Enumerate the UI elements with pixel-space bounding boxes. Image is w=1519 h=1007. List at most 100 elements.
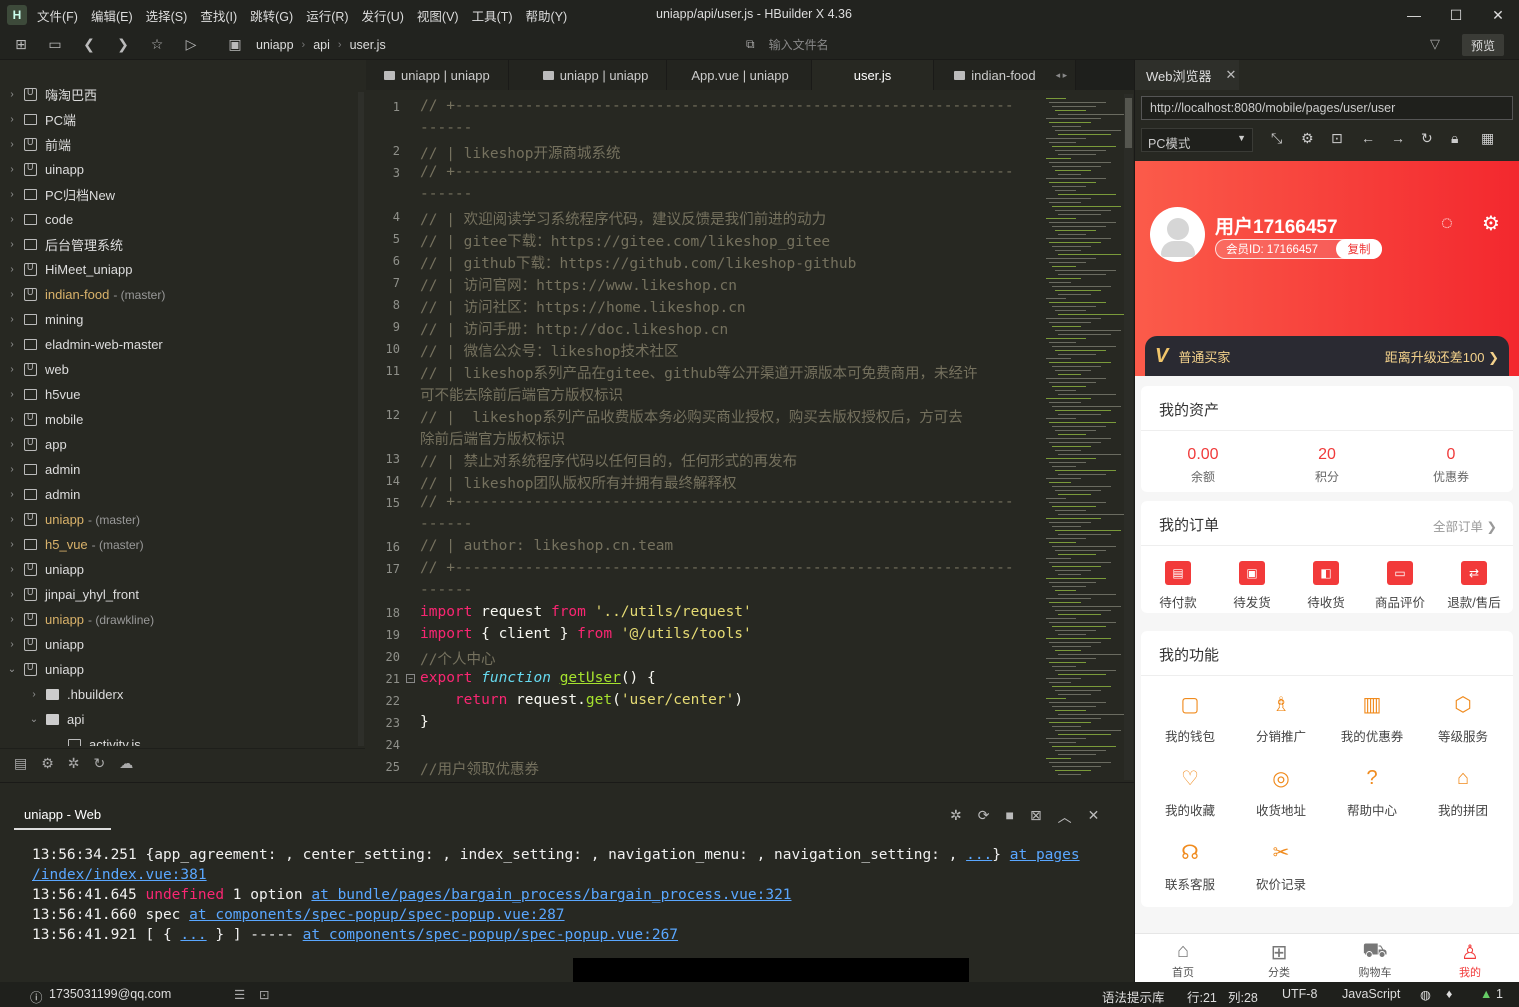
account-label[interactable]: 1735031199@qq.com (49, 987, 171, 1001)
chevron-right-icon[interactable]: › (0, 114, 24, 125)
tree-item[interactable]: ⌄ api (22, 707, 85, 732)
tabbar-mine[interactable]: ♙ 我的 (1440, 940, 1500, 980)
menu-edit[interactable]: 编辑(E) (91, 6, 133, 25)
asset-balance[interactable]: 0.00 余额 (1141, 446, 1265, 485)
func-address[interactable]: ◎ 收货地址 (1235, 765, 1327, 819)
menu-goto[interactable]: 跳转(G) (250, 6, 293, 25)
func-group[interactable]: ⌂ 我的拼团 (1417, 765, 1509, 819)
project-item[interactable]: › uniapp (0, 632, 84, 657)
stop-icon[interactable]: ■ (1005, 807, 1013, 827)
chevron-right-icon[interactable]: › (0, 214, 24, 225)
copy-button[interactable]: 复制 (1336, 239, 1382, 259)
filter-icon[interactable]: ▽ (1430, 36, 1440, 52)
tab-uniapp-2[interactable]: uniapp | uniapp (508, 60, 668, 90)
func-coupons[interactable]: ▥ 我的优惠券 (1326, 691, 1418, 745)
run-icon[interactable]: ▷ (178, 34, 204, 56)
menu-help[interactable]: 帮助(Y) (526, 6, 568, 25)
chevron-right-icon[interactable]: › (0, 539, 24, 550)
chevron-right-icon[interactable]: › (0, 589, 24, 600)
minimize-icon[interactable]: — (1393, 0, 1435, 30)
func-bargain[interactable]: ✂ 砍价记录 (1235, 839, 1327, 893)
chevron-right-icon[interactable]: › (0, 514, 24, 525)
order-refund[interactable]: ⇄ 退款/售后 (1437, 561, 1511, 611)
maximize-icon[interactable]: ☐ (1435, 0, 1477, 30)
url-input[interactable]: http://localhost:8080/mobile/pages/user/… (1141, 96, 1513, 120)
preview-button[interactable]: 预览 (1462, 34, 1504, 56)
func-help[interactable]: ? 帮助中心 (1326, 765, 1418, 819)
devtools-icon[interactable]: ⊡ (1331, 130, 1361, 147)
project-item[interactable]: › HiMeet_uniapp (0, 257, 132, 282)
all-orders-link[interactable]: 全部订单 ❯ (1433, 516, 1497, 535)
tab-user-js[interactable]: user.js (811, 60, 935, 90)
close-icon[interactable]: ✕ (1226, 67, 1237, 83)
console-source-link[interactable]: /index/index.vue:381 (32, 867, 207, 883)
console-source-link[interactable]: at components/spec-popup/spec-popup.vue:… (303, 927, 678, 943)
project-item[interactable]: › uinapp (0, 157, 84, 182)
chevron-right-icon[interactable]: › (0, 164, 24, 175)
console-expand-link[interactable]: ... (966, 847, 992, 863)
project-item[interactable]: › admin (0, 482, 80, 507)
console-source-link[interactable]: at components/spec-popup/spec-popup.vue:… (189, 907, 564, 923)
chevron-right-icon[interactable]: › (0, 339, 24, 350)
list-icon[interactable]: ☰ (234, 987, 245, 1002)
project-item[interactable]: › mining (0, 307, 83, 332)
sync-icon[interactable]: ↻ (94, 755, 106, 772)
forward-icon[interactable]: → (1391, 130, 1421, 147)
order-pending-shipment[interactable]: ▣ 待发货 (1215, 561, 1289, 611)
chevron-right-icon[interactable]: › (0, 564, 24, 575)
menu-find[interactable]: 查找(I) (200, 6, 237, 25)
project-item[interactable]: › eladmin-web-master (0, 332, 162, 357)
project-item[interactable]: ⌄ uniapp (0, 657, 84, 682)
editor-scrollbar[interactable] (1124, 94, 1133, 780)
debug-icon[interactable]: ✲ (68, 755, 80, 772)
project-item[interactable]: › app (0, 432, 66, 457)
tree-item[interactable]: activity.js (44, 732, 141, 746)
account-icon[interactable]: ⓘ (30, 987, 43, 1006)
console-source-link[interactable]: at bundle/pages/bargain_process/bargain_… (311, 887, 791, 903)
save-icon[interactable]: ▭ (42, 34, 68, 56)
back-icon[interactable]: ❮ (76, 34, 102, 56)
project-item[interactable]: › 前端 (0, 132, 71, 157)
settings-icon[interactable]: ⚙ (1477, 209, 1505, 237)
new-file-icon[interactable]: ⊞ (8, 34, 34, 56)
encoding[interactable]: UTF-8 (1282, 987, 1317, 1001)
project-item[interactable]: › h5_vue - (master) (0, 532, 143, 557)
tabbar-home[interactable]: ⌂ 首页 (1153, 940, 1213, 980)
func-customer-service[interactable]: ☊ 联系客服 (1144, 839, 1236, 893)
project-item[interactable]: › PC归档New (0, 182, 115, 207)
menu-run[interactable]: 运行(R) (306, 6, 348, 25)
chevron-right-icon[interactable]: › (0, 489, 24, 500)
lock-icon[interactable]: 🔒︎ (1451, 130, 1481, 147)
explorer-icon[interactable]: ▤ (14, 755, 27, 772)
terminal-icon[interactable]: ⊡ (259, 987, 269, 1002)
project-item[interactable]: › h5vue (0, 382, 80, 407)
responsive-icon[interactable]: ⤡ (1271, 130, 1301, 147)
chevron-right-icon[interactable]: › (22, 689, 46, 700)
project-item[interactable]: › 嗨淘巴西 (0, 82, 97, 107)
asset-points[interactable]: 20 积分 (1265, 446, 1389, 485)
vip-upgrade-link[interactable]: 距离升级还差100 ❯ (1385, 347, 1499, 366)
settings-icon[interactable]: ⚙ (1301, 130, 1331, 147)
chevron-down-icon[interactable]: ⌄ (22, 714, 46, 725)
menu-view[interactable]: 视图(V) (417, 6, 459, 25)
cursor-row[interactable]: 行:21 (1187, 987, 1217, 1006)
chevron-right-icon[interactable]: › (0, 139, 24, 150)
chevron-right-icon[interactable]: › (0, 439, 24, 450)
order-pending-payment[interactable]: ▤ 待付款 (1141, 561, 1215, 611)
tab-uniapp-1[interactable]: uniapp | uniapp (366, 60, 509, 90)
mode-select[interactable]: PC模式 ▼ (1141, 128, 1253, 152)
func-favorites[interactable]: ♡ 我的收藏 (1144, 765, 1236, 819)
close-console-icon[interactable]: ✕ (1088, 807, 1100, 827)
tab-scroll-icon[interactable]: ◂ ▸ (1056, 70, 1068, 81)
console-tab[interactable]: uniapp - Web (14, 801, 112, 830)
sidebar-scrollbar[interactable] (358, 92, 364, 746)
tabbar-cart[interactable]: ⛟ 购物车 (1345, 940, 1405, 980)
chevron-right-icon[interactable]: › (0, 189, 24, 200)
console-expand-link[interactable]: ... (180, 927, 206, 943)
minimap[interactable] (1042, 94, 1126, 780)
project-item[interactable]: › uniapp- (drawkline) (0, 607, 154, 632)
func-wallet[interactable]: ▢ 我的钱包 (1144, 691, 1236, 745)
chevron-right-icon[interactable]: › (0, 639, 24, 650)
bell-icon[interactable]: ♦ (1446, 987, 1452, 1001)
project-item[interactable]: › mobile (0, 407, 83, 432)
